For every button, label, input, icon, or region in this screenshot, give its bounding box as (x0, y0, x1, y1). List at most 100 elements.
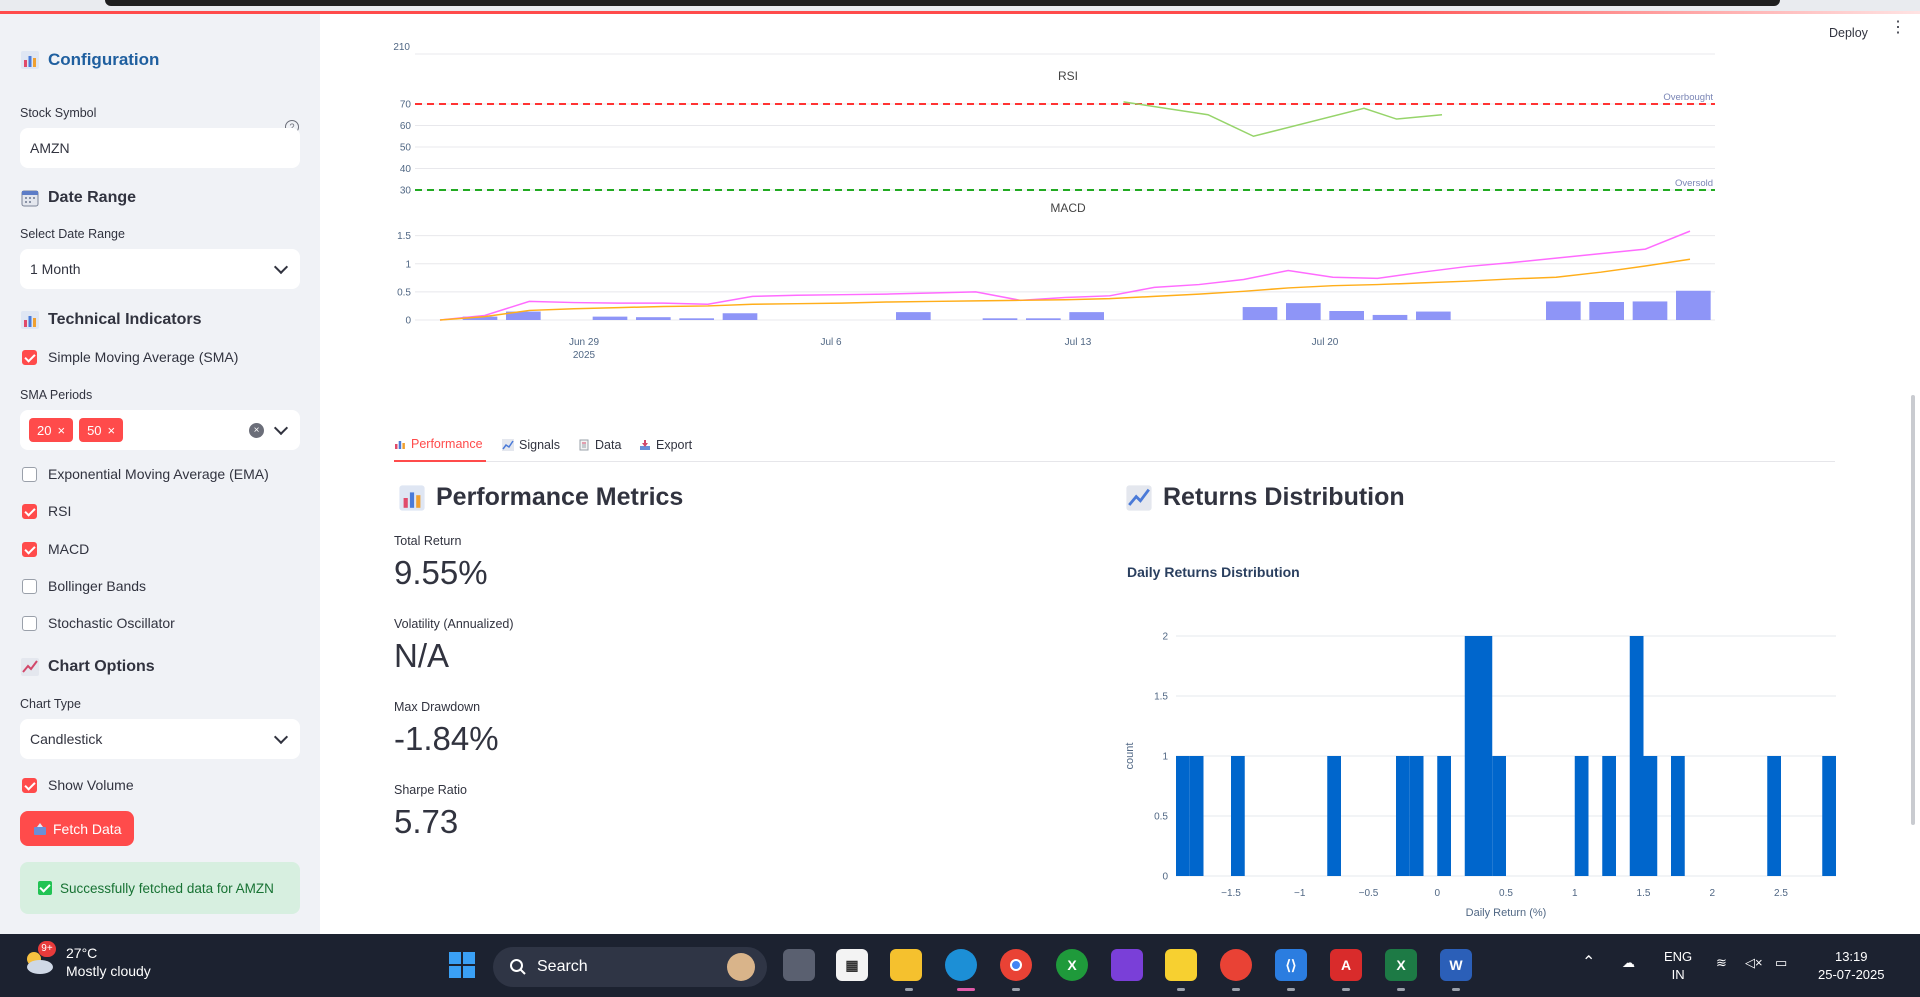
macd-checkbox[interactable]: MACD (22, 541, 89, 557)
histogram-bar (1671, 756, 1685, 876)
clock-date: 25-07-2025 (1818, 967, 1885, 982)
task-view-icon[interactable] (783, 949, 815, 981)
xbox-icon[interactable]: X (1056, 949, 1088, 981)
search-icon (510, 959, 526, 975)
x-axis-label: Daily Return (%) (1466, 907, 1547, 919)
macd-histogram-bar (896, 312, 931, 320)
taskbar-search[interactable]: Search (493, 947, 767, 987)
vscode-icon[interactable]: ⟨⟩ (1275, 949, 1307, 981)
checkbox-unchecked[interactable] (22, 578, 37, 594)
checkbox-checked[interactable] (22, 777, 37, 793)
checkbox-unchecked[interactable] (22, 615, 37, 631)
rsi-label: RSI (48, 503, 72, 519)
sma-period-tag[interactable]: 50 × (79, 418, 124, 442)
wifi-icon[interactable]: ≋ (1716, 954, 1727, 972)
tab-bar: Performance Signals Data Export (394, 428, 1835, 462)
excel-icon[interactable]: X (1385, 949, 1417, 981)
tab-signals[interactable]: Signals (502, 428, 560, 462)
notification-badge: 9+ (38, 941, 56, 957)
language-indicator[interactable]: ENG IN (1664, 948, 1692, 984)
stock-symbol-input[interactable]: AMZN (20, 128, 300, 168)
macd-histogram-bar (1546, 301, 1581, 320)
fetch-data-button[interactable]: Fetch Data (20, 811, 135, 846)
rsi-y-tick: 30 (400, 186, 412, 197)
histogram-bar (1822, 756, 1836, 876)
checkbox-checked[interactable] (22, 541, 37, 557)
fetch-data-label: Fetch Data (53, 820, 122, 837)
rsi-checkbox[interactable]: RSI (22, 503, 71, 519)
acrobat-icon[interactable]: A (1330, 949, 1362, 981)
tab-performance[interactable]: Performance (394, 428, 486, 462)
main-scrollbar[interactable] (1911, 395, 1915, 825)
y-tick-label: 2 (1162, 632, 1168, 643)
file-explorer-icon[interactable] (890, 949, 922, 981)
chevron-up-icon[interactable]: ⌃ (1582, 954, 1595, 972)
chevron-down-icon[interactable] (273, 420, 289, 435)
stochastic-checkbox[interactable]: Stochastic Oscillator (22, 615, 175, 631)
sma-period-tag[interactable]: 20 × (29, 418, 74, 442)
tab-export[interactable]: Export (639, 428, 692, 462)
edge-browser-icon[interactable] (945, 949, 977, 981)
windows-taskbar: 27°C Mostly cloudy 9+ Search ▦ X ⟨⟩ A X … (0, 934, 1920, 997)
success-alert: Successfully fetched data for AMZN (20, 862, 300, 914)
histogram-bar (1464, 636, 1479, 876)
clock[interactable]: 13:19 25-07-2025 (1818, 948, 1885, 984)
checkbox-checked[interactable] (22, 349, 37, 365)
sma-checkbox[interactable]: Simple Moving Average (SMA) (22, 349, 238, 365)
rsi-y-tick: 50 (400, 143, 412, 154)
date-range-title-text: Date Range (48, 189, 137, 206)
histogram-bar (1189, 756, 1204, 876)
date-range-select[interactable]: 1 Month (20, 249, 300, 289)
tab-data[interactable]: Data (578, 428, 621, 462)
close-icon[interactable]: × (108, 423, 116, 438)
show-volume-checkbox[interactable]: Show Volume (22, 777, 134, 793)
microsoft-store-icon[interactable]: ▦ (836, 949, 868, 981)
checkbox-checked[interactable] (22, 503, 37, 519)
word-icon[interactable]: W (1440, 949, 1472, 981)
histogram-bar (1629, 636, 1644, 876)
histogram-bar (1574, 756, 1589, 876)
metric-value: N/A (394, 637, 450, 674)
clear-all-icon[interactable]: × (249, 422, 264, 438)
address-bar[interactable] (105, 0, 1780, 6)
macd-histogram-bar (1329, 311, 1364, 320)
stochastic-label: Stochastic Oscillator (48, 615, 175, 631)
onedrive-icon[interactable]: ☁ (1622, 954, 1635, 972)
calendar-icon (21, 190, 39, 207)
metric-value: -1.84% (394, 720, 499, 757)
sticky-notes-icon[interactable] (1165, 949, 1197, 981)
battery-icon[interactable]: ▭ (1775, 954, 1787, 972)
x-tick-sub-label: 2025 (573, 350, 596, 361)
more-menu-icon[interactable]: ⋮ (1890, 20, 1906, 36)
y-tick-label: 1.5 (1154, 692, 1168, 703)
sma-periods-multiselect[interactable]: 20 × 50 × × (20, 410, 300, 450)
close-icon[interactable]: × (57, 423, 65, 438)
running-indicator (1232, 988, 1240, 991)
checkbox-unchecked[interactable] (22, 466, 37, 482)
rsi-line (1123, 101, 1443, 138)
ema-label: Exponential Moving Average (EMA) (48, 466, 269, 482)
search-label: Search (537, 958, 588, 975)
macd-histogram-bar (636, 317, 671, 320)
chrome-icon[interactable] (1000, 949, 1032, 981)
macd-label: MACD (48, 541, 90, 557)
configuration-title: Configuration (20, 50, 159, 70)
deploy-button[interactable]: Deploy (1829, 26, 1868, 40)
technical-indicators-title: Technical Indicators (20, 310, 202, 330)
rsi-y-tick: 60 (400, 121, 412, 132)
clipchamp-icon[interactable] (1111, 949, 1143, 981)
tab-performance-label: Performance (411, 437, 483, 451)
histogram-bar (1643, 756, 1658, 876)
chart-type-select[interactable]: Candlestick (20, 719, 300, 759)
chevron-down-icon (273, 729, 289, 744)
download-icon (640, 440, 650, 450)
histogram-bar (1176, 756, 1190, 876)
bar-chart-icon (21, 51, 39, 69)
indicator-chart: 210 RSI 70 60 50 40 30 Overbought Oversold MACD 1.… (393, 42, 1715, 361)
macd-histogram-bar (1069, 312, 1104, 320)
windows-start-icon[interactable] (446, 949, 478, 981)
chrome-profile-icon[interactable] (1220, 949, 1252, 981)
ema-checkbox[interactable]: Exponential Moving Average (EMA) (22, 466, 269, 482)
volume-muted-icon[interactable]: ◁× (1745, 954, 1763, 972)
bollinger-checkbox[interactable]: Bollinger Bands (22, 578, 146, 594)
